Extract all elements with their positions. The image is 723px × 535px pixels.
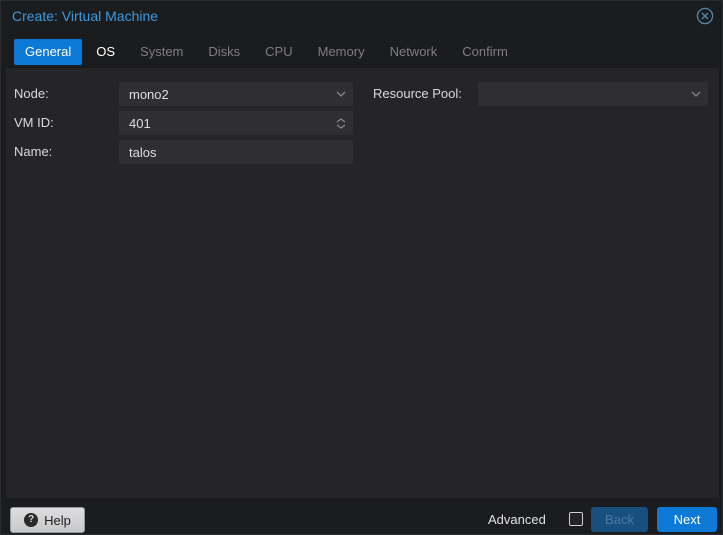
tab-network: Network (379, 39, 449, 65)
tab-system: System (129, 39, 194, 65)
help-button[interactable]: ? Help (10, 507, 85, 533)
name-field[interactable] (119, 140, 353, 164)
vmid-spinner[interactable] (119, 111, 353, 135)
node-combobox[interactable] (119, 82, 353, 106)
node-label: Node: (14, 82, 49, 106)
vmid-input[interactable] (119, 111, 353, 135)
tab-disks: Disks (197, 39, 251, 65)
chevron-down-icon[interactable] (691, 82, 701, 106)
resource-pool-label: Resource Pool: (373, 82, 462, 106)
wizard-tab-bar: GeneralOSSystemDisksCPUMemoryNetworkConf… (14, 39, 522, 65)
tab-general[interactable]: General (14, 39, 82, 65)
help-button-label: Help (44, 513, 71, 528)
next-button[interactable]: Next (657, 507, 717, 532)
advanced-checkbox[interactable] (569, 512, 583, 526)
resource-pool-combobox[interactable] (478, 82, 708, 106)
dialog-title: Create: Virtual Machine (12, 8, 158, 24)
tab-memory: Memory (307, 39, 376, 65)
chevron-up-down-icon[interactable] (336, 111, 346, 135)
question-circle-icon: ? (24, 513, 38, 527)
tab-cpu: CPU (254, 39, 303, 65)
general-tab-panel: Node: VM ID: Name: Resource Pool: (6, 67, 719, 500)
vmid-label: VM ID: (14, 111, 54, 135)
back-button[interactable]: Back (591, 507, 648, 532)
advanced-label: Advanced (488, 508, 546, 532)
create-vm-dialog: Create: Virtual Machine GeneralOSSystemD… (0, 0, 723, 535)
close-icon[interactable] (696, 7, 714, 25)
node-input[interactable] (119, 82, 353, 106)
resource-pool-input[interactable] (478, 82, 708, 106)
tab-os[interactable]: OS (85, 39, 126, 65)
chevron-down-icon[interactable] (336, 82, 346, 106)
name-input[interactable] (119, 140, 353, 164)
tab-confirm: Confirm (451, 39, 519, 65)
dialog-titlebar: Create: Virtual Machine (1, 1, 722, 33)
name-label: Name: (14, 140, 52, 164)
